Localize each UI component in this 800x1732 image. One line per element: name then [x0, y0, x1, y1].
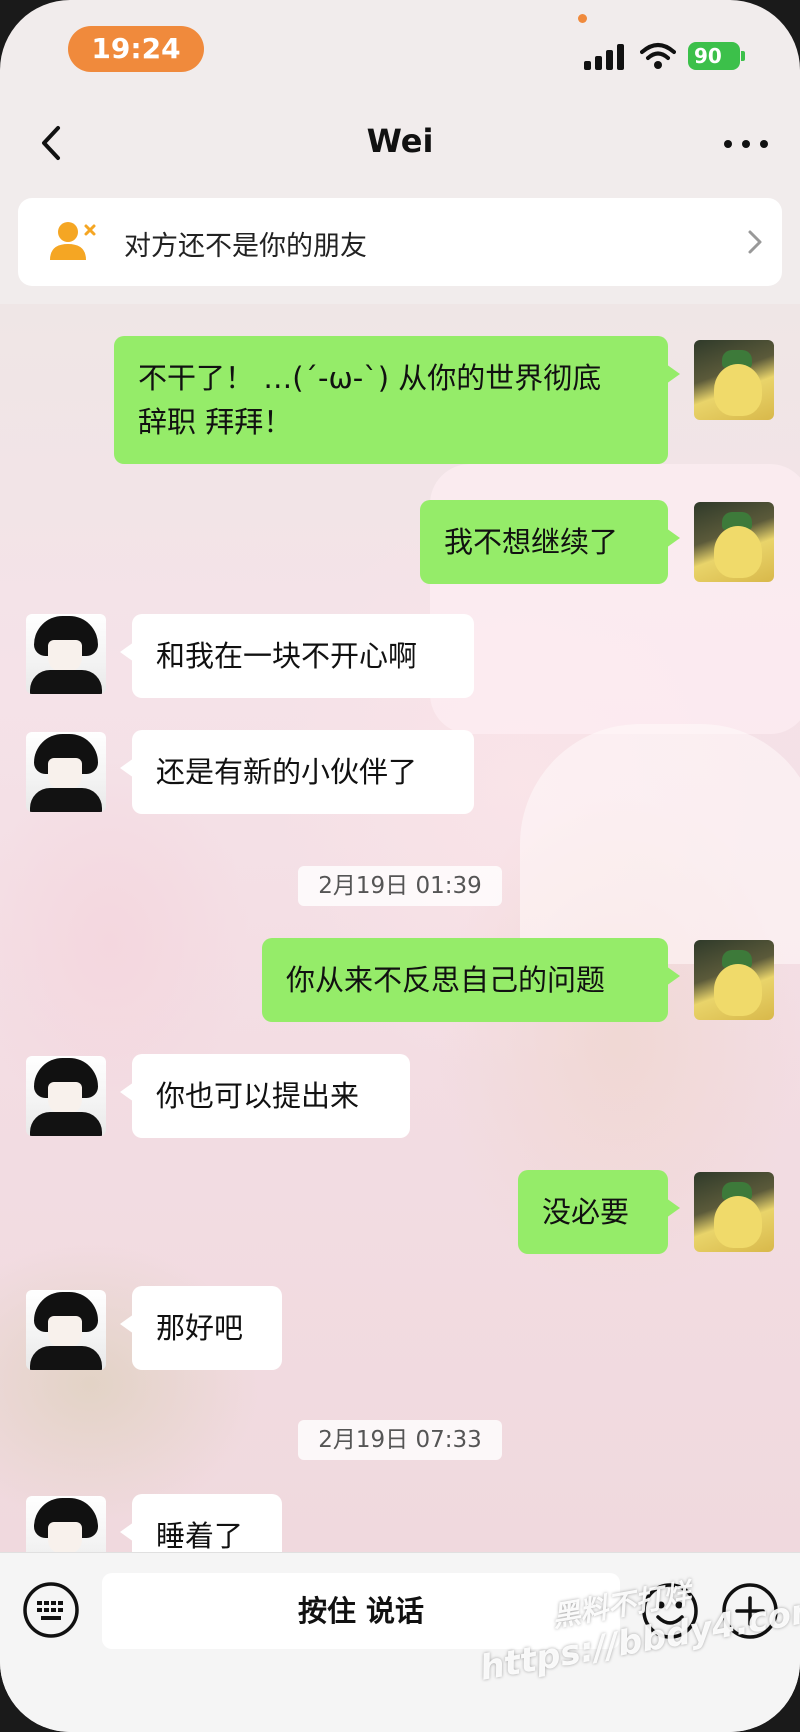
message-bubble-self[interactable]: 你从来不反思自己的问题 — [262, 938, 680, 1022]
message-self: 我不想继续了 — [0, 500, 800, 584]
message-line: 你从来不反思自己的问题 — [286, 963, 606, 997]
message-bubble-other[interactable]: 那好吧 — [120, 1286, 282, 1370]
chat-title: Wei — [366, 122, 434, 160]
message-bubble-self[interactable]: 我不想继续了 — [420, 500, 680, 584]
chevron-left-icon[interactable] — [30, 120, 76, 166]
chevron-right-icon — [748, 230, 762, 254]
avatar-self[interactable] — [694, 340, 774, 420]
message-bubble-self[interactable]: 没必要 — [518, 1170, 680, 1254]
message-line: 还是有新的小伙伴了 — [156, 755, 418, 789]
message-other: 睡着了 — [0, 1494, 800, 1552]
message-other: 和我在一块不开心啊 — [0, 614, 800, 698]
message-line: 没必要 — [542, 1195, 630, 1229]
avatar-other[interactable] — [26, 1290, 106, 1370]
message-self: 没必要 — [0, 1170, 800, 1254]
message-timestamp: 2月19日 07:33 — [298, 1420, 502, 1460]
message-line: 你也可以提出来 — [156, 1079, 360, 1113]
message-bubble-self[interactable]: 不干了！ …(´-ω-`) 从你的世界彻底 辞职 拜拜！ — [114, 336, 680, 464]
chat-message-list[interactable]: 不干了！ …(´-ω-`) 从你的世界彻底 辞职 拜拜！ 我不想继续了 和我在一… — [0, 304, 800, 1552]
message-bubble-other[interactable]: 还是有新的小伙伴了 — [120, 730, 474, 814]
keyboard-icon[interactable] — [22, 1581, 80, 1639]
avatar-self[interactable] — [694, 940, 774, 1020]
message-timestamp: 2月19日 01:39 — [298, 866, 502, 906]
wifi-icon — [640, 43, 676, 69]
avatar-self[interactable] — [694, 1172, 774, 1252]
message-line: 和我在一块不开心啊 — [156, 639, 418, 673]
camera-indicator-icon — [578, 14, 587, 23]
avatar-other[interactable] — [26, 1056, 106, 1136]
phone-screen: 19:24 90 Wei 对方还不是你的朋友 不干了！ …(´-ω-`) 从你的… — [0, 0, 800, 1732]
message-line: 我不想继续了 — [444, 525, 619, 559]
not-friend-banner[interactable]: 对方还不是你的朋友 — [18, 198, 782, 286]
message-self: 不干了！ …(´-ω-`) 从你的世界彻底 辞职 拜拜！ — [0, 336, 800, 464]
avatar-other[interactable] — [26, 614, 106, 694]
avatar-self[interactable] — [694, 502, 774, 582]
message-line: 那好吧 — [156, 1311, 244, 1345]
avatar-other[interactable] — [26, 1496, 106, 1552]
battery-indicator: 90 — [688, 42, 745, 70]
status-bar: 19:24 90 — [0, 0, 800, 100]
person-x-icon — [50, 222, 96, 260]
message-bubble-other[interactable]: 和我在一块不开心啊 — [120, 614, 474, 698]
message-self: 你从来不反思自己的问题 — [0, 938, 800, 1022]
message-bubble-other[interactable]: 你也可以提出来 — [120, 1054, 410, 1138]
message-other: 还是有新的小伙伴了 — [0, 730, 800, 814]
message-bubble-other[interactable]: 睡着了 — [120, 1494, 282, 1552]
ellipsis-icon[interactable] — [718, 124, 774, 164]
not-friend-text: 对方还不是你的朋友 — [124, 231, 367, 262]
message-other: 你也可以提出来 — [0, 1054, 800, 1138]
avatar-other[interactable] — [26, 732, 106, 812]
cellular-signal-icon — [584, 44, 626, 70]
chat-header: Wei — [0, 100, 800, 186]
message-other: 那好吧 — [0, 1286, 800, 1370]
message-line: 辞职 拜拜！ — [138, 405, 293, 439]
message-line: 不干了！ …(´-ω-`) 从你的世界彻底 — [138, 361, 602, 395]
message-line: 睡着了 — [156, 1519, 244, 1552]
status-time: 19:24 — [68, 26, 204, 72]
